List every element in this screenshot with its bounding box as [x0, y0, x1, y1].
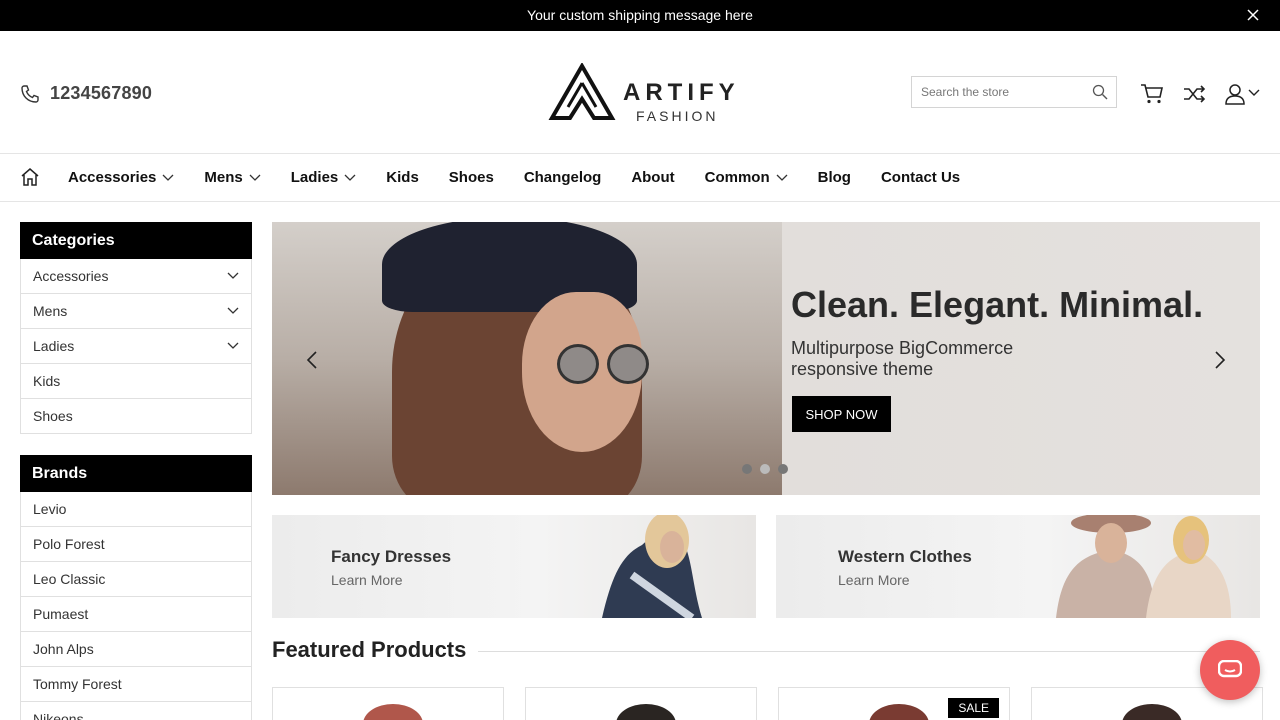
product-card[interactable] [525, 687, 757, 720]
brand-item[interactable]: Levio [20, 492, 252, 527]
banner-title: Western Clothes [838, 547, 972, 566]
chat-button[interactable] [1200, 640, 1260, 700]
chevron-down-icon [776, 174, 788, 181]
banner-model-image [602, 515, 702, 618]
brand-item[interactable]: Tommy Forest [20, 667, 252, 702]
main-nav: Accessories Mens Ladies Kids Shoes Chang… [0, 154, 1280, 202]
prev-slide-icon[interactable] [306, 350, 318, 370]
nav-item-blog[interactable]: Blog [818, 169, 851, 186]
brand-item[interactable]: Polo Forest [20, 527, 252, 562]
logo-mark-icon [548, 63, 616, 120]
brands-panel: Brands Levio Polo Forest Leo Classic Pum… [20, 455, 252, 720]
nav-item-contact-us[interactable]: Contact Us [881, 169, 960, 186]
nav-menu: Accessories Mens Ladies Kids Shoes Chang… [68, 169, 990, 186]
nav-item-ladies[interactable]: Ladies [291, 169, 357, 186]
featured-products-title: Featured Products [272, 637, 467, 662]
hero-image [272, 222, 782, 495]
banner-link[interactable]: Learn More [331, 572, 403, 588]
category-item-kids[interactable]: Kids [20, 364, 252, 399]
slide-dot[interactable] [760, 464, 770, 474]
phone-contact[interactable]: 1234567890 [20, 83, 152, 104]
category-label: Kids [33, 373, 61, 389]
nav-item-label: Contact Us [880, 169, 961, 186]
next-slide-icon[interactable] [1214, 350, 1226, 370]
search-icon[interactable] [1092, 84, 1108, 100]
chevron-down-icon[interactable] [227, 272, 239, 280]
brand-item[interactable]: Pumaest [20, 597, 252, 632]
nav-item-changelog[interactable]: Changelog [524, 169, 602, 186]
chevron-down-icon[interactable] [227, 342, 239, 350]
sale-badge: SALE [948, 698, 999, 718]
nav-item-label: Mens [204, 169, 243, 186]
nav-item-about[interactable]: About [631, 169, 674, 186]
nav-item-label: Changelog [523, 169, 602, 186]
search-input[interactable] [912, 77, 1082, 107]
categories-panel: Categories Accessories Mens Ladies Kids … [20, 222, 252, 434]
category-item-mens[interactable]: Mens [20, 294, 252, 329]
nav-item-label: Accessories [68, 169, 157, 186]
nav-item-common[interactable]: Common [705, 169, 788, 186]
cart-icon[interactable] [1140, 83, 1164, 105]
category-label: Shoes [33, 408, 73, 424]
banner-link[interactable]: Learn More [838, 572, 910, 588]
nav-item-accessories[interactable]: Accessories [68, 169, 174, 186]
category-item-shoes[interactable]: Shoes [20, 399, 252, 434]
phone-number: 1234567890 [50, 83, 153, 103]
site-logo[interactable]: ARTIFY FASHION [548, 63, 735, 124]
home-icon[interactable] [20, 167, 40, 187]
phone-icon [21, 84, 39, 103]
brand-item[interactable]: Nikeons [20, 702, 252, 720]
category-label: Ladies [33, 338, 75, 354]
slide-dot[interactable] [742, 464, 752, 474]
site-header: 1234567890 ARTIFY FASHION [0, 31, 1280, 154]
hero-headline: Clean. Elegant. Minimal. [791, 284, 1204, 325]
category-label: Accessories [33, 268, 109, 284]
chevron-down-icon [249, 174, 261, 181]
nav-item-shoes[interactable]: Shoes [449, 169, 494, 186]
account-chevron-down-icon[interactable] [1248, 89, 1260, 97]
banner-model-image [1056, 515, 1231, 618]
chevron-down-icon [344, 174, 356, 181]
slide-dot[interactable] [778, 464, 788, 474]
search-box [911, 76, 1117, 108]
nav-item-label: Shoes [448, 169, 494, 186]
nav-item-label: About [631, 169, 675, 186]
brands-title: Brands [20, 455, 252, 492]
category-label: Mens [33, 303, 68, 319]
slider-dots [742, 464, 788, 474]
banner-western-clothes[interactable]: Western Clothes Learn More [776, 515, 1260, 618]
brand-item[interactable]: John Alps [20, 632, 252, 667]
nav-item-label: Kids [386, 169, 419, 186]
product-card[interactable] [272, 687, 504, 720]
nav-item-label: Ladies [290, 169, 339, 186]
logo-word: ARTIFY [623, 79, 740, 106]
category-item-accessories[interactable]: Accessories [20, 259, 252, 294]
announcement-bar: Your custom shipping message here [0, 0, 1280, 31]
product-card[interactable]: SALE [778, 687, 1010, 720]
hero-subline: Multipurpose BigCommerce responsive them… [791, 338, 1014, 379]
banner-fancy-dresses[interactable]: Fancy Dresses Learn More [272, 515, 756, 618]
banner-title: Fancy Dresses [331, 547, 452, 566]
close-icon[interactable] [1246, 8, 1260, 22]
compare-icon[interactable] [1182, 83, 1206, 105]
logo-sub: FASHION [636, 108, 719, 124]
chat-icon [1218, 660, 1242, 678]
chevron-down-icon[interactable] [227, 307, 239, 315]
brand-item[interactable]: Leo Classic [20, 562, 252, 597]
account-icon[interactable] [1224, 83, 1246, 105]
nav-item-label: Blog [817, 169, 851, 186]
hero-slider: Clean. Elegant. Minimal. Multipurpose Bi… [272, 222, 1260, 495]
category-item-ladies[interactable]: Ladies [20, 329, 252, 364]
shop-now-button[interactable]: SHOP NOW [792, 396, 891, 432]
nav-item-mens[interactable]: Mens [204, 169, 261, 186]
announcement-message: Your custom shipping message here [527, 7, 753, 23]
nav-item-label: Common [704, 169, 770, 186]
nav-item-kids[interactable]: Kids [386, 169, 419, 186]
chevron-down-icon [162, 174, 174, 181]
section-divider [478, 651, 1260, 652]
categories-title: Categories [20, 222, 252, 259]
